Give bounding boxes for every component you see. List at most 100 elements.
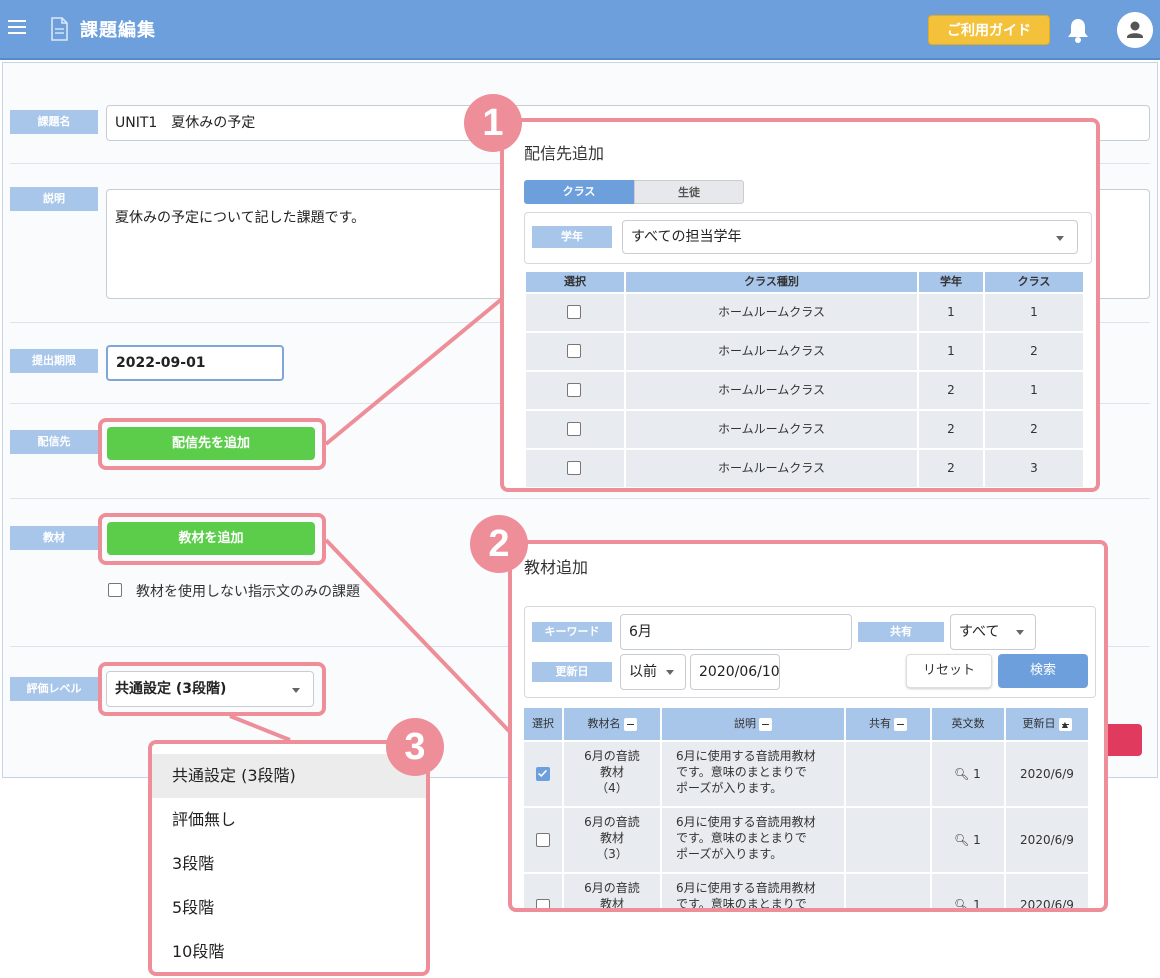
sentence-count: 1 [973,898,981,912]
cell-class-type: ホームルームクラス [626,450,917,487]
updated-label: 更新日 [532,662,612,682]
dropdown-option[interactable]: 10段階 [152,930,426,972]
cell-material-name: 6月の音読 教材 （4） [564,742,660,806]
cell-class: 1 [985,294,1083,331]
cell-class: 1 [985,372,1083,409]
cell-grade: 2 [919,411,983,448]
cell-sentence-count[interactable]: 🔍︎ 1 [932,808,1004,872]
cell-description: 6月に使用する音読用教材 です。意味のまとまりで ポーズが入ります。 [662,742,844,806]
row-checkbox[interactable] [536,833,550,847]
search-button[interactable]: 検索 [998,654,1088,688]
dropdown-option[interactable]: 評価無し [152,798,426,842]
cell-sentence-count[interactable]: 🔍︎ 1 [932,742,1004,806]
cell-name-line: 教材 [599,897,624,911]
sentence-count: 1 [973,833,981,847]
col-material-name[interactable]: 教材名 [564,708,660,740]
cell-name-line: 教材 [599,765,624,779]
cell-class-type: ホームルームクラス [626,372,917,409]
cell-desc-line: ポーズが入ります。 [676,781,783,795]
callout-badge-1: 1 [464,94,522,152]
page-title: 課題編集 [80,20,156,41]
cell-name-line: 6月の音読 [584,881,640,895]
collapse-icon[interactable] [894,717,907,731]
col-share-label: 共有 [869,717,891,730]
recipient-popup-title: 配信先追加 [524,144,605,163]
material-label: 教材 [10,526,98,550]
col-sentence-count: 英文数 [932,708,1004,740]
keyword-input[interactable]: 6月 [620,614,852,650]
collapse-icon[interactable] [623,717,637,731]
chevron-down-icon [666,670,674,675]
highlight-recipient [98,418,326,470]
cell-class-type: ホームルームクラス [626,411,917,448]
cell-name-line: 6月の音読 [584,749,640,763]
row-checkbox[interactable] [567,344,581,358]
app-header: 課題編集 ご利用ガイド [0,0,1160,60]
col-material-name-label: 教材名 [587,717,621,730]
highlight-material [98,513,326,565]
avatar[interactable] [1117,12,1153,48]
row-checkbox[interactable] [567,305,581,319]
user-guide-button[interactable]: ご利用ガイド [928,15,1050,45]
document-icon [51,17,68,41]
menu-icon[interactable] [8,20,26,36]
row-checkbox[interactable] [536,899,550,908]
cell-name-line: （3） [596,847,628,861]
no-material-label: 教材を使用しない指示文のみの課題 [136,584,360,600]
col-updated[interactable]: 更新日 ▲ [1006,708,1088,740]
cell-class-type: ホームルームクラス [626,294,917,331]
col-description[interactable]: 説明 [662,708,844,740]
cell-share [846,874,930,908]
deadline-input[interactable]: 2022-09-01 [106,345,284,381]
search-icon: 🔍︎ [954,833,970,847]
check-icon [538,769,548,777]
cell-grade: 2 [919,372,983,409]
row-checkbox[interactable] [567,422,581,436]
cell-class-type: ホームルームクラス [626,333,917,370]
updated-date-input[interactable]: 2020/06/10 [690,654,780,690]
recipient-label: 配信先 [10,430,98,454]
cell-updated: 2020/6/9 [1006,874,1088,908]
collapse-icon[interactable] [759,717,772,731]
row-checkbox[interactable] [567,461,581,475]
no-material-checkbox[interactable] [108,583,122,597]
deadline-label: 提出期限 [10,349,98,373]
dropdown-option-selected[interactable]: 共通設定 (3段階) [152,754,426,798]
search-icon: 🔍︎ [954,767,970,781]
cell-name-line: 教材 [599,831,624,845]
col-class: クラス [985,272,1083,292]
sort-asc-icon[interactable]: ▲ [1058,717,1072,731]
row-checkbox[interactable] [567,383,581,397]
cell-description: 6月に使用する音読用教材 です。意味のまとまりで [662,874,844,908]
sentence-count: 1 [973,767,981,781]
cell-material-name: 6月の音読教材 [564,874,660,911]
col-share[interactable]: 共有 [846,708,930,740]
bell-icon[interactable] [1066,16,1090,44]
cell-desc-line: です。意味のまとまりで [676,831,807,845]
tab-class[interactable]: クラス [524,180,634,204]
divider [10,498,1150,499]
callout-badge-3: 3 [386,718,444,776]
col-class-type: クラス種別 [626,272,917,292]
cell-material-name: 6月の音読教材 （3） [564,808,660,872]
cell-description: 6月に使用する音読用教材 です。意味のまとまりで ポーズが入ります。 [662,808,844,872]
share-label: 共有 [858,622,944,642]
reset-button[interactable]: リセット [906,654,992,688]
tab-student[interactable]: 生徒 [634,180,744,204]
cell-sentence-count[interactable]: 🔍︎ 1 [932,874,1004,912]
material-popup-title: 教材追加 [524,558,589,577]
grade-label: 学年 [532,226,612,248]
cell-desc-line: 6月に使用する音読用教材 [676,881,816,895]
col-select: 選択 [526,272,624,292]
cell-name-line: 6月の音読 [584,815,640,829]
material-popup: 教材追加 キーワード 6月 共有 すべて 更新日 以前 2020/06/10 リ… [508,540,1108,912]
col-description-label: 説明 [734,717,756,730]
cell-desc-line: 6月に使用する音読用教材 [676,749,816,763]
search-icon: 🔍︎ [954,898,970,912]
row-checkbox-checked[interactable] [536,767,550,781]
updated-op-select[interactable]: 以前 [620,654,686,690]
dropdown-option[interactable]: 5段階 [152,886,426,930]
highlight-level [98,662,326,716]
dropdown-option[interactable]: 3段階 [152,842,426,886]
grade-select[interactable]: すべての担当学年 [622,220,1078,254]
